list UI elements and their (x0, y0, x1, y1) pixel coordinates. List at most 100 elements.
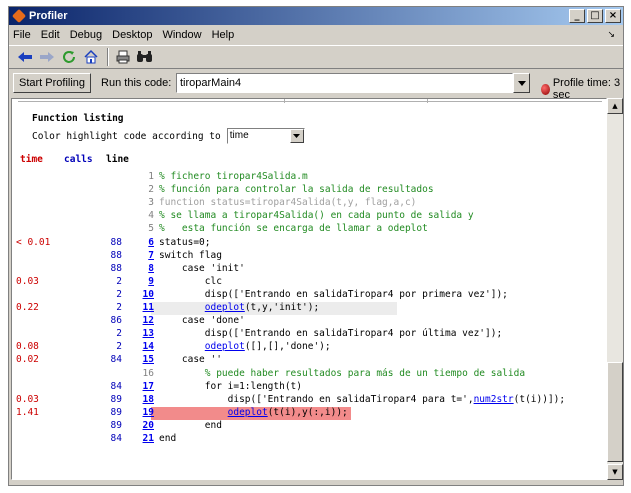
line-number-link[interactable]: 9 (148, 276, 154, 287)
line-number-link[interactable]: 13 (143, 328, 154, 339)
line-number-link[interactable]: 14 (143, 341, 154, 352)
refresh-icon[interactable] (59, 47, 79, 67)
code-text: odeplot(t,y,'init'); (159, 302, 319, 313)
maximize-button[interactable]: □ (587, 9, 603, 23)
title-bar[interactable]: Profiler _ □ × (9, 7, 623, 25)
calls-cell: 88 (110, 262, 122, 274)
function-link[interactable]: odeplot (205, 341, 245, 352)
toolbar (9, 45, 623, 69)
line-number-link[interactable]: 8 (148, 263, 154, 274)
find-icon[interactable] (135, 47, 155, 67)
line-number-link[interactable]: 7 (148, 250, 154, 261)
code-text: disp(['Entrando en salidaTiropar4 por pr… (159, 289, 508, 300)
code-text: % esta función se encarga de llamar a od… (159, 223, 428, 234)
code-row: 0.03 2 9 clc (12, 275, 606, 289)
time-cell: 0.03 (16, 275, 39, 287)
code-row: 2 13 disp(['Entrando en salidaTiropar4 po… (12, 328, 606, 341)
time-cell: < 0.01 (16, 236, 51, 248)
code-row: 84 21 end (12, 433, 606, 446)
line-number-link[interactable]: 21 (143, 433, 154, 444)
calls-cell: 2 (116, 288, 122, 300)
column-header-line: line (106, 154, 129, 165)
close-button[interactable]: × (605, 9, 621, 23)
function-link[interactable]: odeplot (228, 407, 268, 418)
time-cell: 0.02 (16, 354, 39, 366)
profiler-window: Profiler _ □ × File Edit Debug Desktop W… (8, 6, 624, 486)
code-segment: clc (159, 275, 222, 287)
function-link[interactable]: odeplot (205, 302, 245, 313)
divider-tick (284, 99, 285, 103)
code-row: 88 8 case 'init' (12, 262, 606, 276)
code-segment: status=0; (159, 236, 211, 248)
menu-window[interactable]: Window (162, 29, 201, 41)
toolbar-separator (107, 48, 109, 66)
code-text: % función para controlar la salida de re… (159, 184, 434, 195)
code-text: end (159, 420, 222, 431)
scroll-down-button[interactable]: ▼ (607, 464, 623, 480)
line-number-link[interactable]: 12 (143, 315, 154, 326)
code-segment: % se llama a tiropar4Salida() en cada pu… (159, 210, 474, 222)
line-number-link[interactable]: 20 (143, 420, 154, 431)
line-number: 16 (142, 367, 154, 379)
code-text: % fichero tiropar4Salida.m (159, 171, 308, 182)
line-number-link[interactable]: 6 (148, 237, 154, 248)
divider (18, 101, 602, 102)
code-segment: % fichero tiropar4Salida.m (159, 171, 308, 182)
function-link[interactable]: num2str (474, 394, 514, 405)
code-row: 0.08 2 14 odeplot([],[],'done'); (12, 341, 606, 354)
code-text: % se llama a tiropar4Salida() en cada pu… (159, 210, 474, 221)
calls-cell: 2 (116, 302, 122, 313)
print-icon[interactable] (113, 47, 133, 67)
menu-file[interactable]: File (13, 29, 31, 41)
minimize-button[interactable]: _ (569, 9, 585, 23)
divider-tick (427, 99, 428, 103)
code-row: < 0.01 88 6 status=0; (12, 236, 606, 250)
menu-desktop[interactable]: Desktop (112, 29, 152, 41)
line-number-link[interactable]: 10 (143, 289, 154, 300)
run-code-dropdown[interactable] (513, 73, 530, 93)
highlight-select[interactable]: time (226, 128, 305, 144)
code-text: case 'init' (159, 263, 245, 274)
vertical-scrollbar[interactable]: ▲ ▼ (607, 98, 623, 480)
forward-arrow-icon[interactable] (37, 47, 57, 67)
code-text: odeplot(t(i),y(:,i)); (159, 407, 348, 418)
calls-cell: 88 (110, 249, 122, 261)
scroll-thumb[interactable] (607, 362, 623, 462)
code-text: odeplot([],[],'done'); (159, 341, 331, 352)
line-number-link[interactable]: 18 (143, 394, 154, 405)
code-segment: ([],[],'done'); (244, 341, 331, 353)
code-row: 1.41 89 19 odeplot(t(i),y(:,i)); (12, 406, 606, 420)
scroll-up-button[interactable]: ▲ (607, 98, 623, 114)
line-number-link[interactable]: 17 (143, 381, 154, 392)
menu-help[interactable]: Help (212, 29, 235, 41)
calls-cell: 89 (110, 419, 122, 431)
code-segment: case 'done' (159, 315, 245, 327)
menu-debug[interactable]: Debug (70, 29, 102, 41)
code-text: end (159, 433, 176, 444)
line-number: 1 (148, 171, 154, 182)
code-segment: (t(i),y(:,i)); (267, 406, 348, 418)
calls-cell: 88 (110, 236, 122, 248)
line-number-link[interactable]: 15 (143, 354, 154, 365)
highlight-label: Color highlight code according to (32, 130, 221, 142)
back-arrow-icon[interactable] (15, 47, 35, 67)
menu-edit[interactable]: Edit (41, 29, 60, 41)
start-profiling-button[interactable]: Start Profiling (13, 73, 92, 93)
line-number-link[interactable]: 11 (143, 302, 154, 313)
code-segment: (t,y,'init'); (244, 302, 320, 313)
code-segment: case '' (159, 354, 222, 366)
code-row: 1 % fichero tiropar4Salida.m (12, 171, 606, 184)
home-icon[interactable] (81, 47, 101, 67)
undock-icon[interactable]: ↘ (607, 29, 615, 40)
run-code-input[interactable]: tiroparMain4 (176, 73, 513, 93)
code-text: disp(['Entrando en salidaTiropar4 para t… (159, 394, 565, 405)
code-text: clc (159, 276, 222, 287)
chevron-down-icon[interactable] (289, 129, 304, 143)
code-row: 3 function status=tiropar4Salida(t,y, fla… (12, 197, 606, 210)
window-title: Profiler (29, 10, 68, 22)
line-number-link[interactable]: 19 (143, 407, 154, 418)
highlight-row: Color highlight code according to time (32, 128, 305, 144)
code-segment: % función para controlar la salida de re… (159, 184, 434, 196)
function-listing-panel[interactable]: Function listing Color highlight code ac… (11, 98, 607, 480)
